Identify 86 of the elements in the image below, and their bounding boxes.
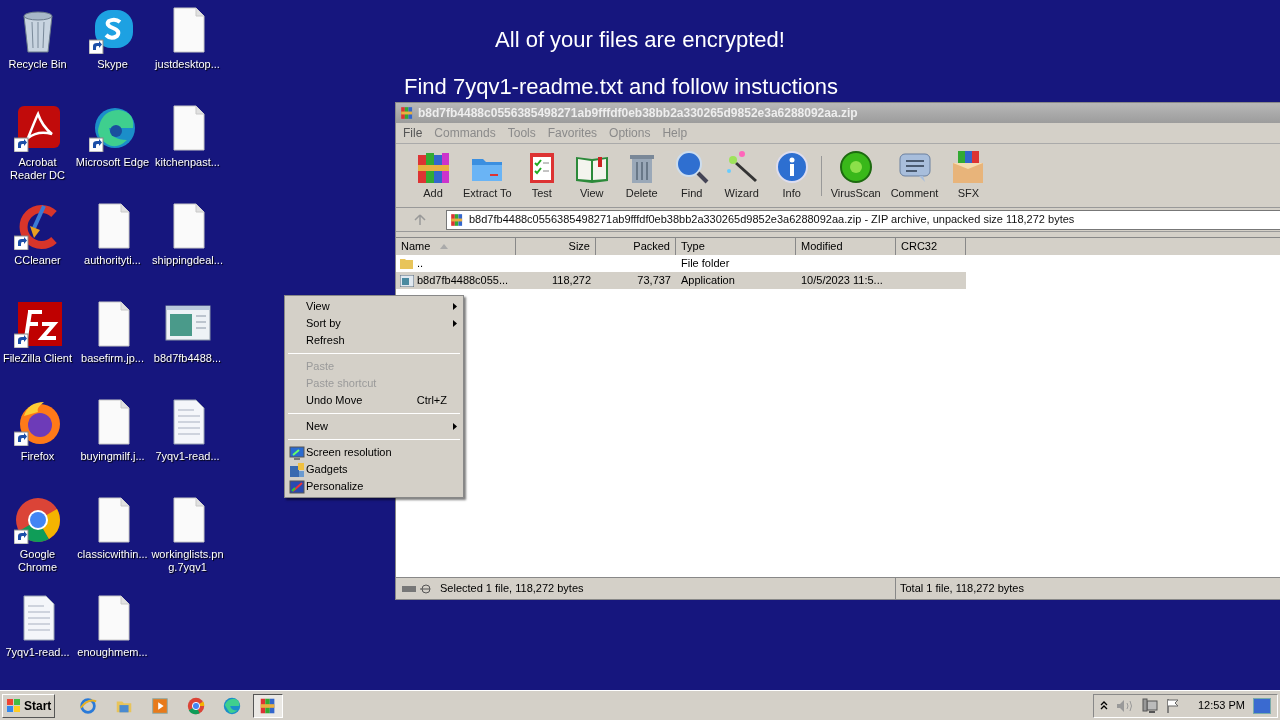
archive-icon [449,211,465,228]
file-type: Application [680,273,736,289]
desktop-icon-label: Microsoft Edge [75,156,150,169]
desktop-icon-label: Skype [96,58,129,71]
menu-item[interactable]: File [403,124,423,142]
toolbar-button[interactable]: Wizard [716,149,767,202]
desktop-icon-label: CCleaner [13,254,62,267]
app-icon[interactable] [13,300,62,348]
desktop-icon-label: classicwithin... [76,548,149,561]
app-icon[interactable] [13,496,62,544]
toolbar-button[interactable]: Test [516,149,567,202]
browser-icon [222,695,243,716]
submenu-arrow-icon [453,423,457,430]
toolbar-button[interactable]: Delete [616,149,667,202]
folder-icon [400,257,414,270]
toolbar-button[interactable]: Info [766,149,817,202]
menu-entry[interactable]: Screen resolution [285,444,463,461]
file-size: 118,272 [551,273,592,289]
program-icon [400,274,414,287]
info-icon [773,149,810,186]
menu-entry[interactable]: New [285,418,463,435]
app-icon[interactable] [13,104,62,152]
address-field[interactable]: b8d7fb4488c0556385498271ab9fffdf0eb38bb2a330265d9852e3a6288092aa.zip - ZIP archive, unpacked size 118,272 bytes [446,209,1280,230]
desktop-icon-label: workinglists.png.7yqv1 [150,548,225,574]
toolbar-button[interactable]: SFX [943,149,994,202]
paint-icon [289,478,305,495]
desktop-icon-label: enoughmem... [76,646,149,659]
submenu-arrow-icon [453,303,457,310]
toolbar-button[interactable]: Add [408,149,458,202]
gadgets-icon [289,461,305,478]
start-button[interactable]: Start [2,693,56,718]
menu-entry[interactable]: Personalize [285,478,463,495]
scan-icon [837,149,874,186]
status-total: Total 1 file, 118,272 bytes [899,581,1025,597]
toolbar-button[interactable]: Find [666,149,717,202]
desktop-icon-label: buyingmilf.j... [79,450,146,463]
modified-date: 10/5/2023 11:5... [800,273,884,289]
toolbar-button[interactable]: VirusScan [825,149,886,202]
desktop-icon-label: FileZilla Client [1,352,74,365]
desktop-icon-label: Recycle Bin [7,58,68,71]
menu-entry[interactable]: Gadgets [285,461,463,478]
menu-entry[interactable]: Sort by [285,315,463,332]
desktop-icon-label: authorityti... [83,254,142,267]
ransom-instruction: Find 7yqv1-readme.txt and follow instuctions [404,74,839,100]
window-title: b8d7fb4488c0556385498271ab9fffdf0eb38bb2a330265d9852e3a6288092aa.zip [418,105,858,122]
desktop-icon-label: kitchenpast... [154,156,221,169]
drive-icon [402,583,434,594]
status-selection: Selected 1 file, 118,272 bytes [440,581,584,597]
play-icon [150,695,171,716]
file-type: File folder [680,256,731,272]
search-icon [673,149,710,186]
ransom-headline: All of your files are encrypted! [495,26,785,54]
toolbar-button[interactable]: Extract To [458,149,517,202]
browser-icon [186,695,207,716]
toolbar-button[interactable]: Comment [885,149,944,202]
chevron-up-icon[interactable] [1099,701,1108,710]
desktop-icon-label: b8d7fb4488... [152,352,223,365]
menu-entry[interactable]: Refresh [285,332,463,349]
windows-logo-icon [6,697,22,714]
submenu-arrow-icon [453,320,457,327]
file-name: .. [417,256,424,272]
sort-arrow-icon [440,244,449,249]
network-icon[interactable] [1141,697,1158,714]
browser-icon [78,695,99,716]
desktop-icon-label: 7yqv1-read... [154,450,221,463]
clock[interactable]: 12:53 PM [1197,697,1245,714]
desktop-icon-label: 7yqv1-read... [4,646,71,659]
menu-entry[interactable]: View [285,298,463,315]
monitor-icon [289,444,305,461]
desktop-icon-label: Acrobat Reader DC [9,156,66,182]
flag-icon[interactable] [1165,697,1180,714]
desktop-icon-label: basefirm.jp... [80,352,145,365]
desktop-icon-label: justdesktop... [153,58,221,71]
file-row[interactable]: b8d7fb4488c055... 118,272 73,737 Application 10/5/2023 11:5... [396,272,966,289]
archive-icon [399,105,415,121]
up-arrow-icon [414,213,426,226]
desktop-icon-label: Firefox [19,450,56,463]
desktop-icon-label: shippingdeal... [151,254,224,267]
address-text: b8d7fb4488c0556385498271ab9fffdf0eb38bb2a330265d9852e3a6288092aa.zip - ZIP archive, unpacked size 118,272 bytes [469,212,1075,228]
menu-entry[interactable]: Undo Move Ctrl+Z [285,392,463,409]
packed-size: 73,737 [636,273,672,289]
toolbar-button[interactable]: View [566,149,617,202]
desktop-icon-label: Google Chrome [16,548,59,574]
show-desktop-button[interactable] [1253,697,1271,714]
taskbar-app[interactable] [253,693,284,718]
file-name: b8d7fb4488c055... [417,273,509,289]
